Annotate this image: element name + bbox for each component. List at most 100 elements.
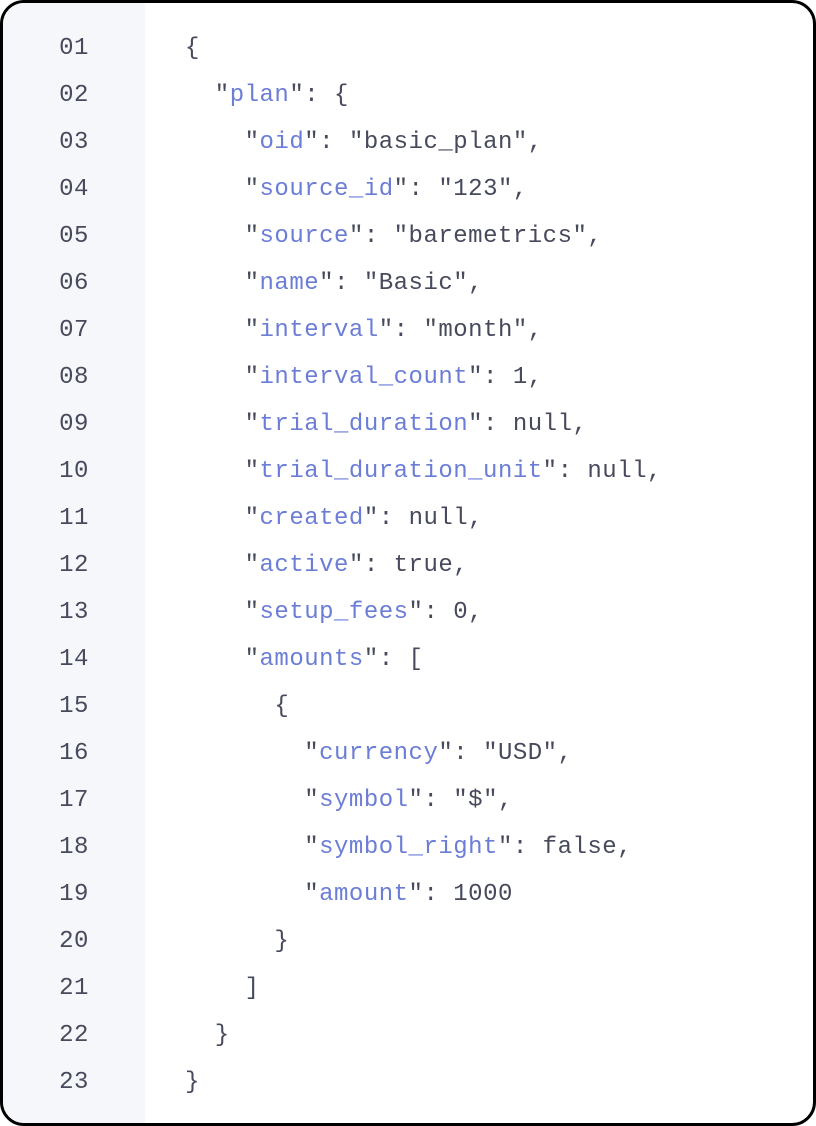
token-punc: ,: [587, 223, 602, 250]
token-key: currency: [319, 740, 438, 767]
code-block: 0102030405060708091011121314151617181920…: [0, 0, 816, 1126]
line-number: 19: [3, 871, 145, 918]
token-punc: ": [185, 881, 319, 908]
token-key: symbol_right: [319, 834, 498, 861]
token-punc: ":: [349, 552, 394, 579]
token-punc: ":: [438, 740, 483, 767]
token-punc: }: [185, 1069, 200, 1096]
token-punc: ": [185, 364, 260, 391]
token-punc: ":: [409, 881, 454, 908]
token-punc: ]: [185, 975, 260, 1002]
token-key: source_id: [260, 176, 394, 203]
token-punc: ":: [409, 599, 454, 626]
line-number: 11: [3, 495, 145, 542]
token-punc: ":: [498, 834, 543, 861]
code-line: "trial_duration": null,: [185, 401, 813, 448]
token-key: active: [260, 552, 349, 579]
token-punc: ,: [617, 834, 632, 861]
token-punc: ":: [468, 411, 513, 438]
token-num: 1000: [453, 881, 513, 908]
token-punc: ": {: [289, 82, 349, 109]
token-kw: true: [394, 552, 454, 579]
code-line: "oid": "basic_plan",: [185, 119, 813, 166]
token-punc: ":: [364, 505, 409, 532]
token-punc: ": [185, 270, 260, 297]
code-line: ]: [185, 965, 813, 1012]
token-punc: ": [185, 834, 319, 861]
token-punc: }: [185, 928, 289, 955]
code-line: }: [185, 1012, 813, 1059]
line-number: 09: [3, 401, 145, 448]
token-str: "123": [438, 176, 513, 203]
token-str: "basic_plan": [349, 129, 528, 156]
token-key: created: [260, 505, 364, 532]
token-key: amounts: [260, 646, 364, 673]
token-punc: ":: [543, 458, 588, 485]
code-line: }: [185, 1059, 813, 1106]
token-punc: ":: [304, 129, 349, 156]
token-punc: ,: [468, 270, 483, 297]
token-punc: ": [185, 740, 319, 767]
line-number: 17: [3, 777, 145, 824]
token-key: name: [260, 270, 320, 297]
token-punc: ":: [379, 317, 424, 344]
code-line: "symbol_right": false,: [185, 824, 813, 871]
code-line: "source": "baremetrics",: [185, 213, 813, 260]
code-line: {: [185, 25, 813, 72]
token-str: "baremetrics": [394, 223, 588, 250]
line-number: 16: [3, 730, 145, 777]
line-number: 13: [3, 589, 145, 636]
token-punc: ": [185, 599, 260, 626]
token-punc: ":: [319, 270, 364, 297]
token-str: "USD": [483, 740, 558, 767]
code-line: "amount": 1000: [185, 871, 813, 918]
token-str: "$": [453, 787, 498, 814]
token-punc: }: [185, 1022, 230, 1049]
token-str: "month": [423, 317, 527, 344]
token-punc: ": [185, 176, 260, 203]
token-punc: ,: [498, 787, 513, 814]
token-key: symbol: [319, 787, 408, 814]
code-line: "symbol": "$",: [185, 777, 813, 824]
token-punc: ,: [453, 552, 468, 579]
code-line: "name": "Basic",: [185, 260, 813, 307]
token-punc: ": [185, 646, 260, 673]
line-number: 22: [3, 1012, 145, 1059]
token-punc: ": [185, 787, 319, 814]
token-punc: ,: [528, 364, 543, 391]
token-num: 0: [453, 599, 468, 626]
token-punc: ,: [468, 599, 483, 626]
line-number: 02: [3, 72, 145, 119]
token-key: setup_fees: [260, 599, 409, 626]
token-punc: ":: [349, 223, 394, 250]
token-key: source: [260, 223, 349, 250]
token-key: plan: [230, 82, 290, 109]
line-number: 03: [3, 119, 145, 166]
token-key: trial_duration_unit: [260, 458, 543, 485]
token-punc: ": [185, 411, 260, 438]
code-line: "created": null,: [185, 495, 813, 542]
code-line: "interval": "month",: [185, 307, 813, 354]
token-num: 1: [513, 364, 528, 391]
line-number: 14: [3, 636, 145, 683]
code-line: "source_id": "123",: [185, 166, 813, 213]
token-key: trial_duration: [260, 411, 469, 438]
token-punc: ,: [528, 317, 543, 344]
line-number: 05: [3, 213, 145, 260]
token-punc: ": [185, 223, 260, 250]
token-punc: ": [185, 317, 260, 344]
code-line: "active": true,: [185, 542, 813, 589]
token-kw: false: [543, 834, 618, 861]
token-punc: ,: [513, 176, 528, 203]
token-punc: ,: [558, 740, 573, 767]
line-number: 15: [3, 683, 145, 730]
token-punc: ": [185, 129, 260, 156]
code-line: "currency": "USD",: [185, 730, 813, 777]
code-line: }: [185, 918, 813, 965]
line-number: 23: [3, 1059, 145, 1106]
code-line: "plan": {: [185, 72, 813, 119]
line-number: 10: [3, 448, 145, 495]
line-number: 18: [3, 824, 145, 871]
code-line: {: [185, 683, 813, 730]
token-key: interval: [260, 317, 379, 344]
